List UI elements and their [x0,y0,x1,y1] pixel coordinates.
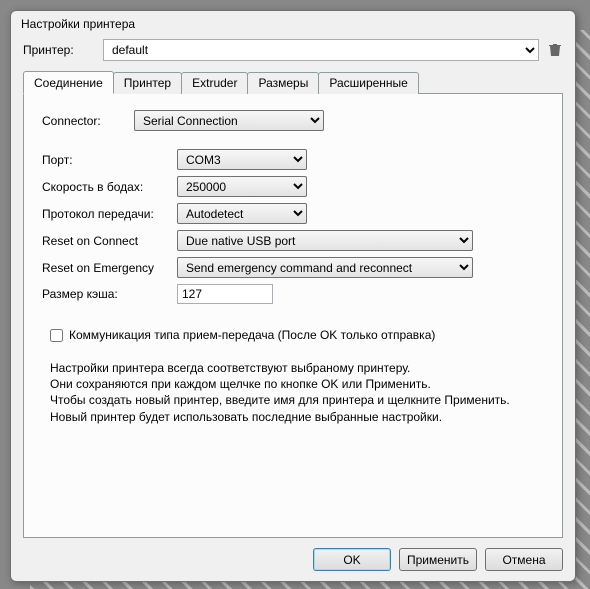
connector-label: Connector: [42,114,134,128]
baud-select[interactable]: 250000 [177,176,307,197]
help-line-3: Чтобы создать новый принтер, введите имя… [50,392,544,408]
dialog-title: Настройки принтера [11,11,575,35]
printer-row: Принтер: default [23,39,563,61]
printer-select[interactable]: default [103,39,539,61]
printer-label: Принтер: [23,43,95,57]
row-reset-connect: Reset on Connect Due native USB port [42,230,544,251]
apply-button[interactable]: Применить [399,548,477,571]
help-line-1: Настройки принтера всегда соответствуют … [50,360,544,376]
cancel-button[interactable]: Отмена [485,548,563,571]
row-protocol: Протокол передачи: Autodetect [42,203,544,224]
row-cache: Размер кэша: [42,284,544,304]
port-select[interactable]: COM3 [177,149,307,170]
dialog-buttons: OK Применить Отмена [23,538,563,571]
pingpong-label: Коммуникация типа прием-передача (После … [69,328,435,342]
tab-extruder[interactable]: Extruder [181,72,248,94]
trash-icon[interactable] [547,42,563,58]
pingpong-checkbox[interactable] [50,329,63,342]
printer-settings-dialog: Настройки принтера Принтер: default Соед… [10,10,576,582]
tab-strip: Соединение Принтер Extruder Размеры Расш… [23,71,563,93]
tab-printer[interactable]: Принтер [113,72,182,94]
reset-emergency-select[interactable]: Send emergency command and reconnect [177,257,473,278]
tab-panel-connection: Connector: Serial Connection Порт: COM3 … [23,93,563,538]
row-baud: Скорость в бодах: 250000 [42,176,544,197]
protocol-select[interactable]: Autodetect [177,203,307,224]
connector-select[interactable]: Serial Connection [134,110,324,131]
tab-connection[interactable]: Соединение [23,71,114,94]
row-reset-emergency: Reset on Emergency Send emergency comman… [42,257,544,278]
ok-button[interactable]: OK [313,548,391,571]
tab-dimensions[interactable]: Размеры [247,72,319,94]
baud-label: Скорость в бодах: [42,180,177,194]
help-text: Настройки принтера всегда соответствуют … [50,360,544,425]
row-port: Порт: COM3 [42,149,544,170]
cache-label: Размер кэша: [42,287,177,301]
help-line-2: Они сохраняются при каждом щелчке по кно… [50,376,544,392]
port-label: Порт: [42,153,177,167]
dialog-content: Принтер: default Соединение Принтер Extr… [11,35,575,581]
reset-connect-select[interactable]: Due native USB port [177,230,473,251]
reset-connect-label: Reset on Connect [42,234,177,248]
cache-input[interactable] [177,284,273,304]
help-line-4: Новый принтер будет использовать последн… [50,409,544,425]
row-connector: Connector: Serial Connection [42,110,544,131]
tab-advanced[interactable]: Расширенные [318,72,419,94]
protocol-label: Протокол передачи: [42,207,177,221]
row-pingpong: Коммуникация типа прием-передача (После … [50,328,544,342]
reset-emergency-label: Reset on Emergency [42,261,177,275]
